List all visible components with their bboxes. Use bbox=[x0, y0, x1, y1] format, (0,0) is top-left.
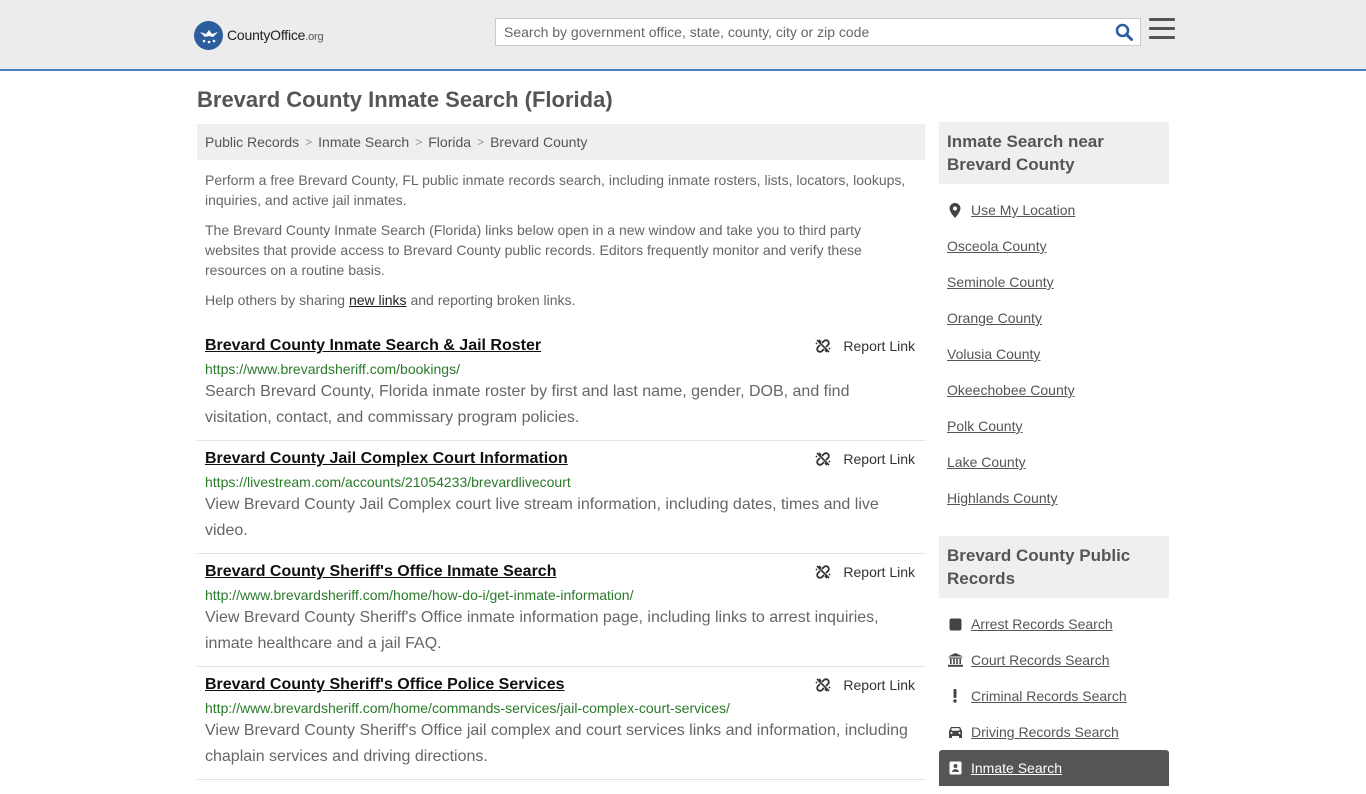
report-link-button[interactable]: Report Link bbox=[815, 677, 915, 693]
site-header: CountyOffice.org bbox=[0, 0, 1366, 71]
report-link-button[interactable]: Report Link bbox=[815, 338, 915, 354]
report-link-button[interactable]: Report Link bbox=[815, 564, 915, 580]
search-icon bbox=[1115, 23, 1133, 41]
nearby-county-link[interactable]: Osceola County bbox=[947, 238, 1047, 254]
breadcrumb-separator-icon: > bbox=[477, 135, 485, 149]
logo-text-main: CountyOffice bbox=[227, 27, 306, 43]
new-links-link[interactable]: new links bbox=[349, 292, 407, 308]
nearby-county-item[interactable]: Highlands County bbox=[947, 480, 1169, 516]
result-description: View Brevard County Sheriff's Office inm… bbox=[205, 609, 879, 652]
broken-link-icon bbox=[815, 339, 831, 353]
records-link[interactable]: Inmate Search bbox=[971, 760, 1062, 776]
search-bar bbox=[495, 18, 1141, 46]
nearby-county-link[interactable]: Highlands County bbox=[947, 490, 1058, 506]
search-button[interactable] bbox=[1108, 19, 1140, 45]
intro-report-text: and reporting broken links. bbox=[406, 292, 576, 308]
report-link-label: Report Link bbox=[843, 677, 915, 693]
nearby-county-item[interactable]: Polk County bbox=[947, 408, 1169, 444]
records-item-criminal[interactable]: Criminal Records Search bbox=[947, 678, 1169, 714]
result-item: Brevard County Sheriff's Office Police S… bbox=[197, 667, 925, 780]
report-link-label: Report Link bbox=[843, 564, 915, 580]
breadcrumb-inmate-search[interactable]: Inmate Search bbox=[318, 134, 409, 150]
nearby-county-link[interactable]: Volusia County bbox=[947, 346, 1040, 362]
hamburger-menu-icon[interactable] bbox=[1149, 18, 1175, 42]
broken-link-icon bbox=[815, 678, 831, 692]
records-link[interactable]: Criminal Records Search bbox=[971, 688, 1127, 704]
result-url: http://www.brevardsheriff.com/home/how-d… bbox=[205, 587, 634, 603]
intro-share-text: Help others by sharing bbox=[205, 292, 349, 308]
records-link[interactable]: Driving Records Search bbox=[971, 724, 1119, 740]
report-link-label: Report Link bbox=[843, 338, 915, 354]
records-item-driving[interactable]: Driving Records Search bbox=[947, 714, 1169, 750]
logo-text: CountyOffice.org bbox=[227, 27, 324, 43]
breadcrumb-separator-icon: > bbox=[415, 135, 423, 149]
nearby-county-item[interactable]: Okeechobee County bbox=[947, 372, 1169, 408]
results-list: Brevard County Inmate Search & Jail Rost… bbox=[197, 328, 925, 780]
main-content: Public Records > Inmate Search > Florida… bbox=[197, 124, 925, 780]
car-icon bbox=[947, 726, 963, 738]
result-description: Search Brevard County, Florida inmate ro… bbox=[205, 383, 850, 426]
nearby-county-item[interactable]: Volusia County bbox=[947, 336, 1169, 372]
nearby-county-link[interactable]: Orange County bbox=[947, 310, 1042, 326]
breadcrumb-florida[interactable]: Florida bbox=[428, 134, 471, 150]
broken-link-icon bbox=[815, 565, 831, 579]
nearby-county-item[interactable]: Seminole County bbox=[947, 264, 1169, 300]
result-description: View Brevard County Sheriff's Office jai… bbox=[205, 722, 908, 765]
nearby-county-link[interactable]: Lake County bbox=[947, 454, 1026, 470]
nearby-county-item[interactable]: Lake County bbox=[947, 444, 1169, 480]
records-link[interactable]: Court Records Search bbox=[971, 652, 1110, 668]
result-description: View Brevard County Jail Complex court l… bbox=[205, 496, 879, 539]
nearby-county-link[interactable]: Polk County bbox=[947, 418, 1022, 434]
use-my-location-item[interactable]: Use My Location bbox=[947, 192, 1169, 228]
inmate-icon bbox=[947, 761, 963, 775]
result-item: Brevard County Sheriff's Office Inmate S… bbox=[197, 554, 925, 667]
eagle-seal-icon bbox=[194, 20, 223, 50]
public-records-heading: Brevard County Public Records bbox=[939, 536, 1169, 598]
intro-paragraph-3: Help others by sharing new links and rep… bbox=[205, 290, 917, 310]
result-title-link[interactable]: Brevard County Sheriff's Office Inmate S… bbox=[205, 562, 556, 582]
logo-text-suffix: .org bbox=[305, 31, 324, 43]
search-input[interactable] bbox=[496, 19, 1108, 45]
breadcrumb-separator-icon: > bbox=[305, 135, 313, 149]
records-link[interactable]: Arrest Records Search bbox=[971, 616, 1113, 632]
nearby-list: Use My Location Osceola County Seminole … bbox=[939, 184, 1169, 524]
result-url: http://www.brevardsheriff.com/home/comma… bbox=[205, 700, 730, 716]
intro-paragraph-2: The Brevard County Inmate Search (Florid… bbox=[205, 222, 862, 278]
location-pin-icon bbox=[947, 202, 963, 218]
records-item-arrest[interactable]: Arrest Records Search bbox=[947, 606, 1169, 642]
intro-text: Perform a free Brevard County, FL public… bbox=[197, 170, 925, 310]
broken-link-icon bbox=[815, 452, 831, 466]
report-link-button[interactable]: Report Link bbox=[815, 451, 915, 467]
records-item-inmate-active[interactable]: Inmate Search bbox=[939, 750, 1169, 786]
result-title-link[interactable]: Brevard County Jail Complex Court Inform… bbox=[205, 449, 568, 469]
use-my-location-link[interactable]: Use My Location bbox=[971, 202, 1075, 218]
intro-paragraph-1: Perform a free Brevard County, FL public… bbox=[205, 172, 906, 208]
nearby-county-item[interactable]: Orange County bbox=[947, 300, 1169, 336]
square-icon bbox=[947, 618, 963, 631]
result-title-link[interactable]: Brevard County Inmate Search & Jail Rost… bbox=[205, 336, 541, 356]
result-url: https://www.brevardsheriff.com/bookings/ bbox=[205, 361, 460, 377]
result-title-link[interactable]: Brevard County Sheriff's Office Police S… bbox=[205, 675, 565, 695]
breadcrumb-brevard-county[interactable]: Brevard County bbox=[490, 134, 587, 150]
nearby-county-link[interactable]: Okeechobee County bbox=[947, 382, 1075, 398]
result-item: Brevard County Jail Complex Court Inform… bbox=[197, 441, 925, 554]
nearby-heading: Inmate Search near Brevard County bbox=[939, 122, 1169, 184]
site-logo[interactable]: CountyOffice.org bbox=[194, 20, 324, 50]
nearby-county-item[interactable]: Osceola County bbox=[947, 228, 1169, 264]
nearby-county-link[interactable]: Seminole County bbox=[947, 274, 1054, 290]
breadcrumb: Public Records > Inmate Search > Florida… bbox=[197, 124, 925, 160]
records-item-court[interactable]: Court Records Search bbox=[947, 642, 1169, 678]
exclamation-icon bbox=[947, 689, 963, 703]
courthouse-icon bbox=[947, 653, 963, 667]
page-title: Brevard County Inmate Search (Florida) bbox=[197, 87, 613, 112]
result-item: Brevard County Inmate Search & Jail Rost… bbox=[197, 328, 925, 441]
sidebar: Inmate Search near Brevard County Use My… bbox=[939, 122, 1169, 794]
report-link-label: Report Link bbox=[843, 451, 915, 467]
breadcrumb-public-records[interactable]: Public Records bbox=[205, 134, 299, 150]
result-url: https://livestream.com/accounts/21054233… bbox=[205, 474, 571, 490]
public-records-list: Arrest Records Search Court Records Sear… bbox=[939, 598, 1169, 794]
